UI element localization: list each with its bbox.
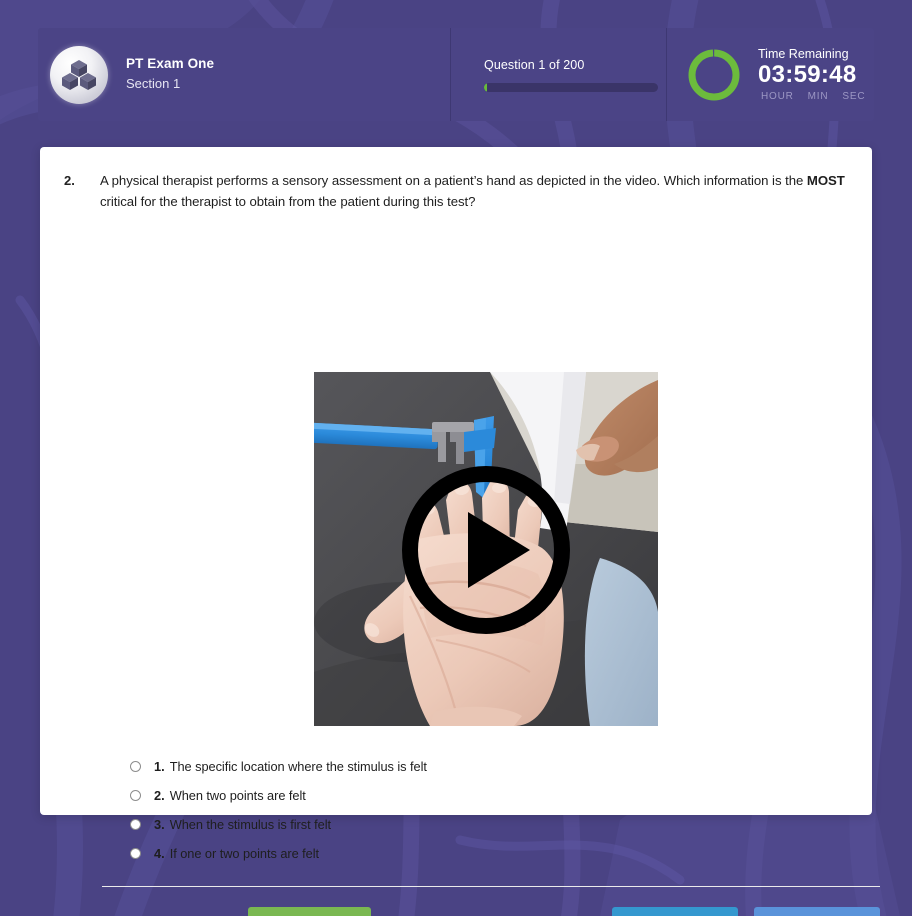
option-number-1: 1. xyxy=(154,759,165,774)
timer-block: Time Remaining 03:59:48 HOUR MIN SEC xyxy=(666,28,874,121)
review-button[interactable]: Review xyxy=(754,907,880,916)
progress-bar-fill xyxy=(484,82,487,92)
question-number: 2. xyxy=(64,173,75,188)
exam-brand-text: PT Exam One Section 1 xyxy=(126,54,214,94)
radio-option-3[interactable] xyxy=(130,819,141,830)
mark-button[interactable]: Mark xyxy=(612,907,738,916)
three-cubes-logo-icon xyxy=(50,45,108,104)
header-divider-2 xyxy=(666,28,667,121)
answer-option-3[interactable]: 3. When the stimulus is first felt xyxy=(130,810,830,839)
question-card: 2. A physical therapist performs a senso… xyxy=(40,147,880,916)
answer-option-2[interactable]: 2. When two points are felt xyxy=(130,781,830,810)
answer-option-1[interactable]: 1. The specific location where the stimu… xyxy=(130,752,830,781)
question-emphasis: MOST xyxy=(806,173,845,188)
option-number-2: 2. xyxy=(154,788,165,803)
timer-ring-icon xyxy=(688,49,740,100)
answer-option-4[interactable]: 4. If one or two points are felt xyxy=(130,839,830,868)
timer-label: Time Remaining xyxy=(758,46,849,61)
radio-option-4[interactable] xyxy=(130,848,141,859)
question-stem-row: 2. A physical therapist performs a senso… xyxy=(40,147,872,213)
progress-bar-track xyxy=(484,82,658,92)
answer-options-list: 1. The specific location where the stimu… xyxy=(130,752,830,868)
timer-text-block: Time Remaining 03:59:48 HOUR MIN SEC xyxy=(758,47,865,103)
question-progress-block: Question 1 of 200 xyxy=(450,28,666,121)
footer-divider xyxy=(102,886,880,887)
question-stem-text: A physical therapist performs a sensory … xyxy=(100,170,846,213)
radio-option-2[interactable] xyxy=(130,790,141,801)
option-label-2: When two points are felt xyxy=(169,788,306,803)
question-video-player[interactable] xyxy=(314,372,658,726)
question-text-part-2: critical for the therapist to obtain fro… xyxy=(100,194,476,210)
option-number-3: 3. xyxy=(154,817,165,832)
radio-option-1[interactable] xyxy=(130,761,141,772)
exam-title: PT Exam One xyxy=(126,56,215,72)
question-text-part-1: A physical therapist performs a sensory … xyxy=(100,173,807,188)
header-divider-1 xyxy=(450,28,451,121)
exam-brand-block: PT Exam One Section 1 xyxy=(38,28,450,121)
timer-unit-sec: SEC xyxy=(842,91,866,103)
timer-value: 03:59:48 xyxy=(758,61,857,89)
option-number-4: 4. xyxy=(154,846,165,861)
exam-header-bar: PT Exam One Section 1 Question 1 of 200 … xyxy=(38,28,874,121)
exam-section-label: Section 1 xyxy=(126,75,181,91)
play-button-icon[interactable] xyxy=(398,462,574,638)
timer-unit-hour: HOUR xyxy=(761,91,794,103)
option-label-4: If one or two points are felt xyxy=(169,846,320,861)
option-label-3: When the stimulus is first felt xyxy=(169,817,331,832)
timer-unit-min: MIN xyxy=(807,91,829,103)
option-label-1: The specific location where the stimulus… xyxy=(169,759,427,774)
question-counter: Question 1 of 200 xyxy=(484,57,585,72)
next-button[interactable]: Next xyxy=(248,907,371,916)
timer-unit-labels: HOUR MIN SEC xyxy=(758,91,865,102)
